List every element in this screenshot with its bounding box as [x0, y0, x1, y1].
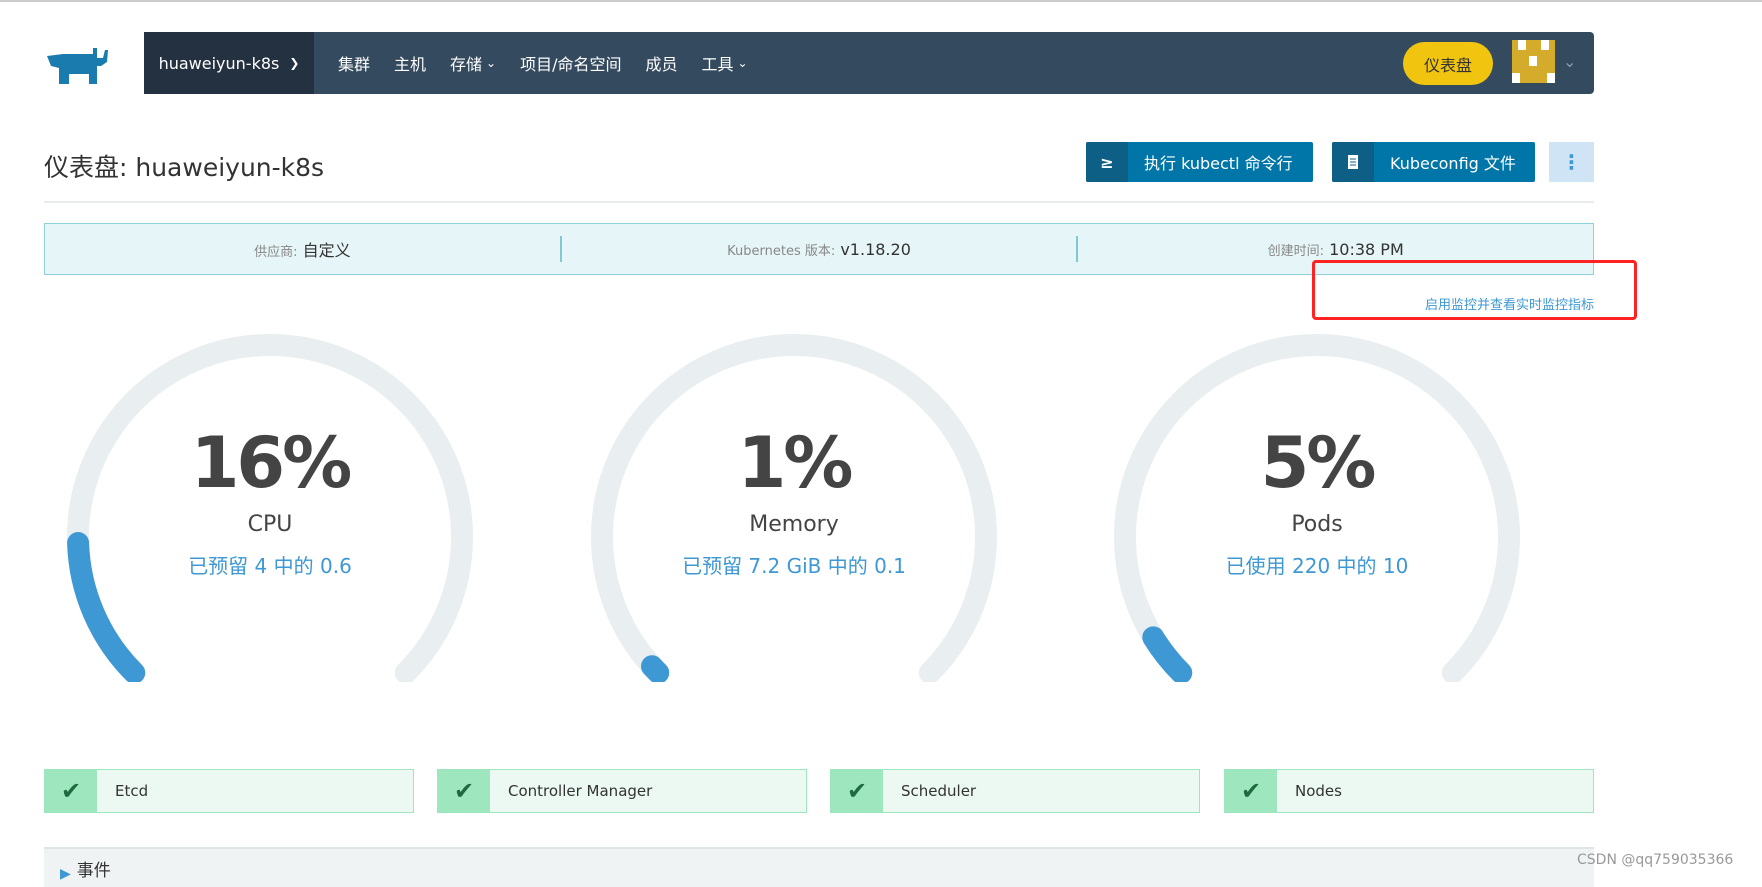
nav-label: 主机: [394, 55, 427, 74]
avatar[interactable]: [1512, 40, 1555, 83]
component-name: Controller Manager: [508, 782, 653, 800]
cluster-name: huaweiyun-k8s: [158, 53, 280, 73]
gauge-detail: 已使用 220 中的 10: [1225, 554, 1409, 578]
nav-label: 项目/命名空间: [520, 55, 622, 74]
created-label: 创建时间:: [1267, 243, 1324, 259]
version-label: Kubernetes 版本:: [727, 243, 836, 259]
page-title: 仪表盘: huaweiyun-k8s: [44, 153, 325, 182]
gauge-label: Memory: [749, 512, 839, 537]
check-icon: ✔: [1225, 770, 1277, 812]
chevron-down-icon: ❯: [289, 56, 300, 70]
kubectl-button[interactable]: ≥ 执行 kubectl 命令行: [1086, 142, 1313, 182]
gauge-pods: 5% Pods 已使用 220 中的 10: [1097, 322, 1537, 682]
gauge-track: [1114, 334, 1520, 682]
component-name: Scheduler: [901, 782, 977, 800]
status-nodes: ✔ Nodes: [1224, 769, 1594, 813]
status-etcd: ✔ Etcd: [44, 769, 414, 813]
nav-item-storage[interactable]: 存储 ⌄: [450, 51, 496, 75]
chevron-down-icon: ⌄: [737, 56, 748, 70]
status-scheduler: ✔ Scheduler: [830, 769, 1200, 813]
divider: [44, 201, 1594, 203]
version-value: v1.18.20: [840, 239, 911, 259]
chevron-down-icon: ⌄: [486, 56, 497, 70]
events-section-toggle[interactable]: ▶ 事件: [44, 847, 1594, 887]
gauge-track: [67, 334, 473, 682]
nav-label: 工具: [701, 55, 734, 74]
nav-item-tools[interactable]: 工具 ⌄: [702, 51, 748, 75]
nav-item-projects[interactable]: 项目/命名空间: [520, 51, 621, 75]
cluster-switcher[interactable]: huaweiyun-k8s ❯: [144, 32, 314, 94]
kubeconfig-label: Kubeconfig 文件: [1390, 154, 1516, 173]
events-title: 事件: [76, 860, 111, 881]
gauge-value: 1%: [737, 422, 854, 504]
kubectl-label: 执行 kubectl 命令行: [1144, 154, 1293, 173]
watermark: CSDN @qq759035366: [1577, 852, 1734, 868]
gauge-detail: 已预留 7.2 GiB 中的 0.1: [682, 554, 906, 578]
status-controller-manager: ✔ Controller Manager: [437, 769, 807, 813]
gauge-fill: [640, 655, 670, 682]
gauge-label: Pods: [1291, 512, 1343, 537]
top-nav: huaweiyun-k8s ❯ 集群 主机 存储 ⌄ 项目/命名空间 成员 工具 ⌄: [144, 32, 1594, 94]
nav-item-hosts[interactable]: 主机: [394, 51, 426, 75]
gauge-track: [591, 334, 997, 682]
provider-value: 自定义: [302, 241, 351, 260]
created-value: 10:38 PM: [1329, 239, 1404, 259]
gauge-fill: [1142, 626, 1193, 682]
dashboard-button[interactable]: 仪表盘: [1403, 42, 1493, 85]
gauge-cpu: 16% CPU 已预留 4 中的 0.6: [50, 322, 490, 682]
provider-label: 供应商:: [254, 245, 298, 260]
terminal-icon: ≥: [1086, 142, 1128, 182]
more-actions-button[interactable]: ⋮: [1549, 142, 1594, 182]
gauge-value: 16%: [190, 422, 353, 504]
caret-right-icon: ▶: [60, 866, 71, 882]
component-name: Etcd: [115, 782, 149, 800]
rancher-logo[interactable]: [45, 46, 115, 86]
nav-label: 成员: [645, 55, 678, 74]
gauge-value: 5%: [1260, 422, 1377, 504]
created-time: 创建时间: 10:38 PM: [1078, 240, 1593, 259]
file-icon: [1332, 142, 1374, 182]
nav-label: 集群: [338, 55, 371, 74]
check-icon: ✔: [831, 770, 883, 812]
check-icon: ✔: [438, 770, 490, 812]
nav-label: 存储: [450, 55, 483, 74]
component-name: Nodes: [1295, 782, 1342, 800]
k8s-version: Kubernetes 版本: v1.18.20: [562, 240, 1077, 259]
gauge-detail: 已预留 4 中的 0.6: [188, 554, 352, 578]
nav-item-cluster[interactable]: 集群: [338, 51, 370, 75]
nav-item-members[interactable]: 成员: [646, 51, 678, 75]
chevron-down-icon[interactable]: ⌄: [1563, 52, 1576, 71]
kubeconfig-button[interactable]: Kubeconfig 文件: [1332, 142, 1535, 182]
enable-monitoring-link[interactable]: 启用监控并查看实时监控指标: [1425, 294, 1594, 313]
gauge-memory: 1% Memory 已预留 7.2 GiB 中的 0.1: [574, 322, 1014, 682]
gauge-label: CPU: [247, 512, 293, 537]
check-icon: ✔: [45, 770, 97, 812]
provider: 供应商: 自定义: [45, 237, 560, 261]
